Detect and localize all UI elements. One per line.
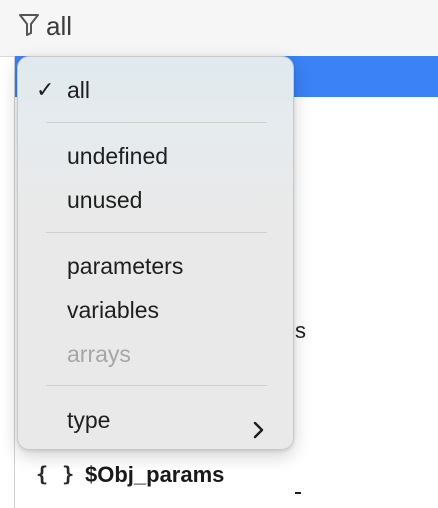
menu-item-arrays: arrays <box>18 334 293 374</box>
menu-item-parameters[interactable]: parameters <box>18 246 293 286</box>
chevron-right-icon <box>249 411 267 439</box>
list-row-partial-text: s <box>295 318 306 343</box>
filter-value[interactable]: all <box>46 11 72 41</box>
menu-separator <box>46 232 267 233</box>
list-row[interactable]: { } <box>15 486 438 508</box>
checkmark-icon: ✓ <box>36 77 55 102</box>
menu-item-label: variables <box>67 297 160 323</box>
menu-item-variables[interactable]: variables <box>18 290 293 330</box>
menu-item-label: unused <box>67 187 143 213</box>
filter-bar: all <box>0 0 438 57</box>
menu-item-type[interactable]: type <box>18 400 293 440</box>
braces-icon: { } <box>36 462 76 486</box>
menu-separator <box>46 385 267 386</box>
menu-item-undefined[interactable]: undefined <box>18 136 293 176</box>
filter-icon[interactable] <box>18 13 40 37</box>
menu-item-unused[interactable]: unused <box>18 180 293 220</box>
list-row-label: $Obj_params <box>85 462 225 487</box>
menu-item-label: undefined <box>67 143 169 169</box>
page: all s { } $Obj_params { } ✓ all undefine… <box>0 0 438 508</box>
menu-item-label: type <box>67 407 111 433</box>
menu-separator <box>46 122 267 123</box>
menu-item-label: arrays <box>67 341 131 367</box>
menu-item-all[interactable]: ✓ all <box>18 70 293 110</box>
menu-item-label: all <box>67 77 91 103</box>
menu-item-label: parameters <box>67 253 184 279</box>
filter-dropdown-menu: ✓ all undefined unused parameters variab… <box>17 56 294 450</box>
